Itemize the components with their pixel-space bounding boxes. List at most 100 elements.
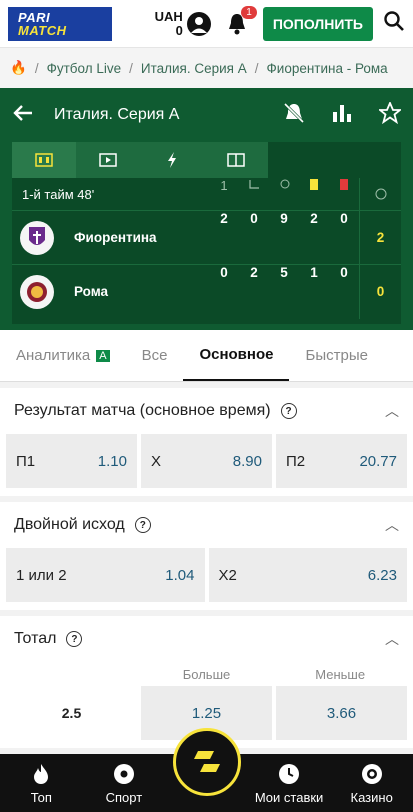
breadcrumb-event[interactable]: Фиорентина - Рома xyxy=(267,61,388,76)
tab-field[interactable] xyxy=(204,142,268,178)
odd-value: 3.66 xyxy=(326,704,357,722)
mute-bell-icon[interactable] xyxy=(283,102,305,129)
odd-label: П1 xyxy=(16,452,36,470)
event-title: Италия. Серия A xyxy=(54,106,180,123)
shots-icon xyxy=(269,178,299,210)
fire-icon[interactable]: 🔥 xyxy=(10,60,27,76)
tab-scoreboard[interactable] xyxy=(12,142,76,178)
market-header[interactable]: Тотал ? ︿ xyxy=(0,616,413,662)
search-icon[interactable] xyxy=(383,10,405,37)
chevron-up-icon[interactable]: ︿ xyxy=(385,401,399,421)
team-score: 2 xyxy=(359,210,401,265)
soccer-ball-icon xyxy=(112,762,136,786)
stat-value: 0 xyxy=(340,264,348,280)
betslip-icon xyxy=(194,751,220,772)
logo-bottom: MATCH xyxy=(18,22,67,38)
odd-value: 1.04 xyxy=(165,566,195,584)
stat-value: 0 xyxy=(340,210,348,226)
tab-analytics[interactable]: Аналитика A xyxy=(0,330,126,381)
event-header: Италия. Серия A xyxy=(0,88,413,142)
breadcrumb-league[interactable]: Италия. Серия A xyxy=(141,61,247,76)
scoreboard: 1-й тайм 48' 1 Фиорентина 2 0 9 2 0 2 Ро… xyxy=(12,142,401,324)
stat-value: 2 xyxy=(220,210,228,226)
odd-label: X xyxy=(151,452,162,470)
notifications-icon[interactable]: 1 xyxy=(225,5,257,37)
logo-top: PARI xyxy=(18,9,51,25)
line-value: 2.5 xyxy=(61,705,82,721)
info-icon[interactable]: ? xyxy=(66,631,83,647)
fire-icon xyxy=(29,762,53,786)
betslip-button[interactable] xyxy=(173,728,241,796)
tab-lightning[interactable] xyxy=(140,142,204,178)
breadcrumb-sport[interactable]: Футбол Live xyxy=(47,61,122,76)
odd-button[interactable]: X2 6.23 xyxy=(208,548,407,602)
casino-chip-icon xyxy=(360,762,384,786)
team-score: 0 xyxy=(359,264,401,319)
odd-value: 20.77 xyxy=(359,452,397,470)
market-header[interactable]: Двойной исход ? ︿ xyxy=(0,502,413,548)
odd-button[interactable]: П2 20.77 xyxy=(276,434,407,488)
top-bar: PARI MATCH UAH 0 1 ПОПОЛНИТЬ xyxy=(0,0,413,48)
stat-value: 1 xyxy=(310,264,318,280)
nav-label: Спорт xyxy=(105,789,143,805)
roma-crest-icon xyxy=(20,274,54,309)
analytics-badge: A xyxy=(96,349,110,362)
market-tabs: Аналитика A Все Основное Быстрые xyxy=(0,330,413,382)
chevron-up-icon[interactable]: ︿ xyxy=(385,515,399,535)
yellow-card-icon xyxy=(299,178,329,210)
odd-value: 6.23 xyxy=(367,566,397,584)
tab-main[interactable]: Основное xyxy=(183,330,290,381)
nav-sport[interactable]: Спорт xyxy=(83,762,166,805)
nav-casino[interactable]: Казино xyxy=(330,762,413,805)
odd-button[interactable]: X 8.90 xyxy=(141,434,272,488)
odd-button[interactable]: 3.66 xyxy=(276,686,407,740)
score-header-row: 1-й тайм 48' 1 xyxy=(12,178,401,210)
back-arrow-icon[interactable] xyxy=(12,103,34,128)
nav-label: Мои ставки xyxy=(254,789,324,805)
stats-icon[interactable] xyxy=(331,102,353,129)
tab-label: Аналитика xyxy=(16,347,91,364)
balance[interactable]: UAH 0 xyxy=(155,9,183,38)
favorite-star-icon[interactable] xyxy=(377,100,403,129)
odd-value: 8.90 xyxy=(232,452,262,470)
odd-label: X2 xyxy=(218,566,237,584)
market-header[interactable]: Результат матча (основное время) ? ︿ xyxy=(0,388,413,434)
under-label: Меньше xyxy=(315,666,366,682)
info-icon[interactable]: ? xyxy=(280,403,297,419)
team-row: Фиорентина 2 0 9 2 0 2 xyxy=(12,210,401,265)
team-name: Фиорентина xyxy=(74,230,157,245)
nav-my-bets[interactable]: Мои ставки xyxy=(248,762,331,805)
clock-icon xyxy=(277,762,301,786)
stat-value: 2 xyxy=(250,264,258,280)
scoreboard-tabs xyxy=(12,142,268,178)
tab-video[interactable] xyxy=(76,142,140,178)
odd-value: 1.10 xyxy=(97,452,127,470)
balance-value: 0 xyxy=(175,22,183,38)
market-title: Двойной исход xyxy=(14,516,125,533)
odd-button[interactable]: П1 1.10 xyxy=(6,434,137,488)
market-double: Двойной исход ? ︿ 1 или 2 1.04 X2 6.23 xyxy=(0,502,413,610)
stat-value: 5 xyxy=(280,264,288,280)
tab-fast[interactable]: Быстрые xyxy=(289,330,383,381)
over-label: Больше xyxy=(182,666,231,682)
odd-label: 1 или 2 xyxy=(16,566,67,584)
stat-value: 0 xyxy=(250,210,258,226)
nav-label: Казино xyxy=(350,789,393,805)
deposit-button[interactable]: ПОПОЛНИТЬ xyxy=(262,6,373,41)
tab-all[interactable]: Все xyxy=(126,330,184,381)
market-result: Результат матча (основное время) ? ︿ П1 1… xyxy=(0,388,413,496)
nav-top[interactable]: Топ xyxy=(0,762,83,805)
stat-value: 0 xyxy=(220,264,228,280)
odd-label: П2 xyxy=(286,452,306,470)
nav-label: Топ xyxy=(30,789,52,805)
logo[interactable]: PARI MATCH xyxy=(8,6,112,41)
corner-icon xyxy=(239,178,269,210)
chevron-up-icon[interactable]: ︿ xyxy=(385,629,399,649)
info-icon[interactable]: ? xyxy=(134,517,151,533)
account-icon[interactable] xyxy=(186,11,211,36)
team-row: Рома 0 2 5 1 0 0 xyxy=(12,264,401,319)
market-title: Результат матча (основное время) xyxy=(14,402,271,419)
odd-button[interactable]: 1 или 2 1.04 xyxy=(6,548,205,602)
match-period: 1-й тайм 48' xyxy=(22,186,95,202)
stat-value: 2 xyxy=(310,210,318,226)
